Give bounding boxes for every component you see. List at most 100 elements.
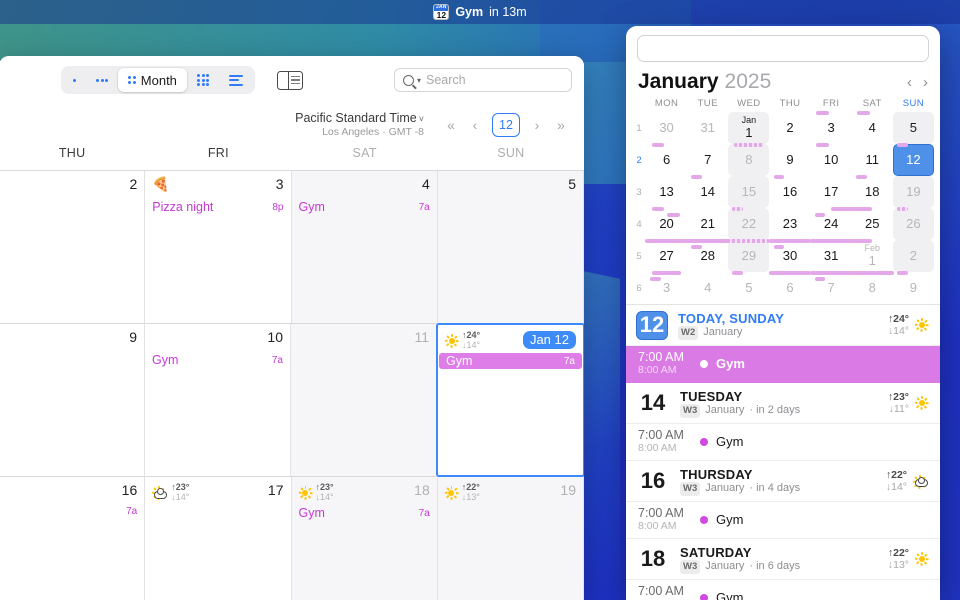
day-cell[interactable]: ↑23° ↓14° 18 Gym 7a bbox=[291, 477, 438, 600]
sidebar-toggle-icon[interactable] bbox=[277, 70, 304, 90]
mini-day-number: 13 bbox=[659, 184, 674, 200]
mini-day[interactable]: 6 bbox=[646, 143, 687, 176]
nav-first-button[interactable]: « bbox=[440, 114, 462, 136]
mini-day[interactable]: 9 bbox=[893, 271, 934, 304]
mini-day[interactable]: 14 bbox=[687, 175, 728, 208]
mini-day[interactable]: 28 bbox=[686, 239, 730, 272]
agenda-week-badge: W2 bbox=[678, 326, 699, 340]
calendar-event[interactable]: Gym 7a bbox=[439, 353, 582, 369]
mini-day[interactable]: 3 bbox=[646, 271, 687, 304]
agenda-week-badge: W3 bbox=[680, 404, 701, 418]
tab-day[interactable] bbox=[63, 68, 86, 92]
mini-day[interactable]: 30 bbox=[646, 112, 687, 144]
mini-day[interactable]: 18 bbox=[852, 175, 893, 208]
mini-day[interactable]: 25 bbox=[850, 207, 893, 240]
mini-day[interactable]: 9 bbox=[769, 144, 810, 176]
mini-day[interactable]: 31 bbox=[809, 239, 853, 272]
calendar-toolbar: Month ▾ Search bbox=[0, 56, 584, 104]
mini-day[interactable]: 20 bbox=[646, 207, 687, 240]
calendar-event[interactable]: Pizza night 8p bbox=[145, 199, 290, 215]
agenda-month: January bbox=[705, 482, 745, 495]
mini-day[interactable]: 11 bbox=[852, 144, 893, 176]
week-row: 9 10 Gym 7a 11 ↑24° ↓14° Jan 12 Gym 7a bbox=[0, 323, 584, 477]
day-cell[interactable]: 10 Gym 7a bbox=[145, 324, 291, 476]
mini-day[interactable]: 23 bbox=[769, 208, 810, 240]
mini-day[interactable]: Jan 1 bbox=[728, 112, 770, 144]
mini-day[interactable]: 5 bbox=[892, 112, 934, 144]
menubar-calendar-status[interactable]: JAN 12 Gym in 13m bbox=[433, 4, 527, 20]
agenda-event-row[interactable]: 7:00 AM8:00 AMGym bbox=[626, 346, 940, 383]
day-cell[interactable]: ↑22° ↓13° 19 bbox=[437, 477, 584, 600]
day-cell[interactable]: 16 7a bbox=[0, 477, 146, 600]
mini-day[interactable]: 8 bbox=[850, 271, 894, 304]
nav-prev-button[interactable]: ‹ bbox=[464, 114, 486, 136]
day-cell[interactable]: ↑23° ↓14° 17 bbox=[145, 477, 292, 600]
mini-day[interactable]: 8 bbox=[728, 143, 770, 176]
weather-low: ↓14° bbox=[315, 491, 334, 502]
mini-day[interactable]: 17 bbox=[811, 176, 852, 208]
panel-next-month-button[interactable]: › bbox=[923, 74, 928, 91]
mini-day[interactable]: 5 bbox=[728, 271, 769, 304]
agenda-day-header[interactable]: 14 TUESDAY W3 January · in 2 days ↑23° ↓11° bbox=[626, 383, 940, 424]
view-segmented-control[interactable]: Month bbox=[61, 66, 256, 94]
mini-day[interactable]: 22 bbox=[728, 207, 770, 240]
day-cell[interactable]: 🍕 3 Pizza night 8p bbox=[145, 171, 292, 323]
today-button[interactable]: 12 bbox=[492, 113, 520, 137]
calendar-event[interactable]: Gym 7a bbox=[292, 199, 437, 215]
mini-day[interactable]: 29 bbox=[727, 239, 771, 272]
mini-day[interactable]: 2 bbox=[769, 112, 810, 144]
agenda-day-name: SATURDAY bbox=[680, 544, 752, 560]
day-cell-selected[interactable]: ↑24° ↓14° Jan 12 Gym 7a bbox=[436, 323, 584, 477]
search-input[interactable]: ▾ Search bbox=[394, 68, 572, 92]
mini-day[interactable]: 7 bbox=[687, 144, 728, 176]
mini-day[interactable]: 7 bbox=[809, 271, 853, 304]
mini-day[interactable]: 10 bbox=[811, 143, 852, 176]
day-cell[interactable]: 11 bbox=[291, 324, 437, 476]
mini-day[interactable]: 30 bbox=[768, 239, 812, 272]
mini-day-number: 10 bbox=[823, 152, 839, 168]
mini-event-bar bbox=[645, 239, 688, 243]
day-cell[interactable]: 2 bbox=[0, 171, 146, 323]
mini-day[interactable]: 4 bbox=[852, 111, 893, 144]
agenda-event-row[interactable]: 7:00 AM8:00 AMGym bbox=[626, 424, 940, 461]
mini-day-today[interactable]: 12 bbox=[892, 143, 934, 176]
agenda-day-header[interactable]: 12 TODAY, SUNDAY W2 January ↑24° ↓14° bbox=[626, 305, 940, 346]
mini-day[interactable]: 31 bbox=[687, 112, 728, 144]
agenda-event-row[interactable]: 7:00 AM8:00 AMGym bbox=[626, 502, 940, 539]
tab-week[interactable] bbox=[86, 68, 118, 92]
tab-list[interactable] bbox=[219, 68, 253, 92]
agenda-event-start: 7:00 AM bbox=[638, 583, 684, 598]
day-cell[interactable]: 4 Gym 7a bbox=[291, 171, 438, 323]
timezone-selector[interactable]: Pacific Standard Time ˅ Los Angeles · GMT… bbox=[295, 111, 424, 140]
mini-day[interactable]: 27 bbox=[645, 239, 688, 272]
day-cell[interactable]: 9 bbox=[0, 324, 145, 476]
mini-day[interactable]: 21 bbox=[687, 208, 728, 240]
agenda-event-start: 7:00 AM bbox=[638, 427, 684, 442]
day-cell[interactable]: 5 bbox=[437, 171, 584, 323]
nav-last-button[interactable]: » bbox=[550, 114, 572, 136]
mini-day[interactable]: 13 bbox=[646, 176, 687, 208]
mini-day[interactable]: 24 bbox=[811, 207, 854, 240]
mini-day[interactable]: Feb 1 bbox=[850, 239, 893, 272]
calendar-event[interactable]: Gym 7a bbox=[145, 352, 290, 368]
mini-day[interactable]: 15 bbox=[728, 176, 770, 208]
mini-day[interactable]: 3 bbox=[811, 111, 852, 144]
tab-month[interactable]: Month bbox=[118, 68, 187, 92]
mini-day-number: 16 bbox=[782, 184, 798, 200]
calendar-event[interactable]: Gym 7a bbox=[292, 505, 437, 521]
tab-year[interactable] bbox=[187, 68, 219, 92]
agenda-day-header[interactable]: 16 THURSDAY W3 January · in 4 days ↑22° ↓14° bbox=[626, 461, 940, 502]
mini-day[interactable]: 2 bbox=[892, 240, 934, 272]
agenda-day-header[interactable]: 18 SATURDAY W3 January · in 6 days ↑22° ↓13° bbox=[626, 539, 940, 580]
calendar-event[interactable]: 7a bbox=[0, 505, 144, 518]
panel-prev-month-button[interactable]: ‹ bbox=[907, 74, 912, 91]
nav-next-button[interactable]: › bbox=[526, 114, 548, 136]
mini-day[interactable]: 6 bbox=[768, 271, 812, 304]
mini-day[interactable]: 19 bbox=[892, 176, 934, 208]
mini-day-number: 30 bbox=[659, 120, 674, 136]
panel-search-input[interactable] bbox=[637, 35, 929, 62]
mini-day[interactable]: 16 bbox=[769, 175, 810, 208]
mini-day[interactable]: 4 bbox=[687, 272, 728, 304]
agenda-event-row[interactable]: 7:00 AM8:00 AMGym bbox=[626, 580, 940, 600]
mini-day[interactable]: 26 bbox=[892, 207, 934, 240]
